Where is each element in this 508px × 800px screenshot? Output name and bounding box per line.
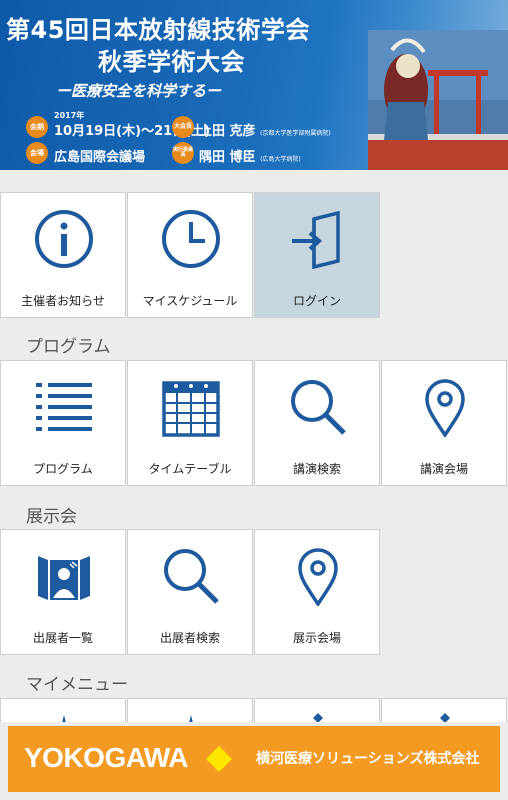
tile-label: 出展者検索 (159, 631, 220, 645)
sponsor-company: 横河医療ソリューションズ株式会社 (256, 751, 480, 767)
login-icon (292, 210, 340, 269)
president-affiliation: (京都大学医学部附属病院) (260, 130, 331, 137)
search-icon (291, 380, 346, 435)
banner-venue: 広島国際会議場 (54, 150, 146, 165)
president-name: 上田 克彦 (199, 124, 256, 139)
tile-timetable[interactable]: タイムテーブル (127, 360, 253, 486)
section-heading-program: プログラム (26, 337, 111, 357)
tile-program[interactable]: プログラム (0, 360, 126, 486)
tile-label: タイムテーブル (148, 462, 232, 476)
tile-lecture-search[interactable]: 講演検索 (254, 360, 380, 486)
banner-subtitle: ー医療安全を科学するー (56, 82, 222, 100)
info-icon (35, 210, 93, 268)
chair-badge: 実行委員長 (172, 142, 194, 164)
tile-label: 講演検索 (292, 462, 341, 476)
tile-label: 展示会場 (292, 631, 341, 645)
tile-label: マイスケジュール (142, 294, 238, 308)
tile-lecture-venue[interactable]: 講演会場 (381, 360, 507, 486)
tile-label: 主催者お知らせ (21, 294, 105, 308)
search-icon (164, 549, 219, 604)
banner-president: 上田 克彦 (京都大学医学部附属病院) (199, 120, 331, 139)
tile-login[interactable]: ログイン (254, 192, 380, 318)
tile-label: プログラム (33, 462, 93, 476)
session-badge: 会期 (26, 116, 48, 138)
calendar-icon (162, 381, 220, 437)
tile-my-schedule[interactable]: マイスケジュール (127, 192, 253, 318)
footer-ad-area: YOKOGAWA 横河医療ソリューションズ株式会社 (0, 722, 508, 800)
venue-badge: 会場 (26, 142, 48, 164)
tile-label: 講演会場 (419, 462, 468, 476)
app-screen: 第45回日本放射線技術学会 秋季学術大会 ー医療安全を科学するー 会期 2017… (0, 0, 508, 800)
location-pin-icon (298, 548, 338, 606)
sponsor-brand: YOKOGAWA (24, 742, 189, 773)
tile-exhibition-venue[interactable]: 展示会場 (254, 529, 380, 655)
list-icon (36, 383, 92, 431)
exhibitor-icon (38, 556, 90, 600)
banner-title-line1: 第45回日本放射線技術学会 (6, 16, 310, 44)
banner-title-line2: 秋季学術大会 (98, 48, 245, 76)
banner-chair: 隅田 博臣 (広島大学病院) (199, 146, 301, 165)
president-badge: 大会長 (172, 116, 194, 138)
location-pin-icon (425, 379, 465, 437)
clock-icon (162, 210, 220, 268)
tile-exhibitor-list[interactable]: 出展者一覧 (0, 529, 126, 655)
shrine-photo (368, 30, 508, 170)
chair-affiliation: (広島大学病院) (260, 156, 301, 163)
event-banner: 第45回日本放射線技術学会 秋季学術大会 ー医療安全を科学するー 会期 2017… (0, 0, 508, 170)
tile-label: ログイン (292, 294, 341, 308)
section-heading-mymenu: マイメニュー (26, 675, 128, 695)
tile-organizer-news[interactable]: 主催者お知らせ (0, 192, 126, 318)
tile-exhibitor-search[interactable]: 出展者検索 (127, 529, 253, 655)
sponsor-banner[interactable]: YOKOGAWA 横河医療ソリューションズ株式会社 (8, 726, 500, 792)
chair-name: 隅田 博臣 (199, 150, 256, 165)
tile-label: 出展者一覧 (32, 631, 93, 645)
yokogawa-logo-icon (206, 746, 232, 772)
menu-grid: 主催者お知らせ マイスケジュール ログイン プログラム プログラム タイムテーブ… (0, 170, 508, 800)
section-heading-exhibition: 展示会 (26, 507, 77, 527)
